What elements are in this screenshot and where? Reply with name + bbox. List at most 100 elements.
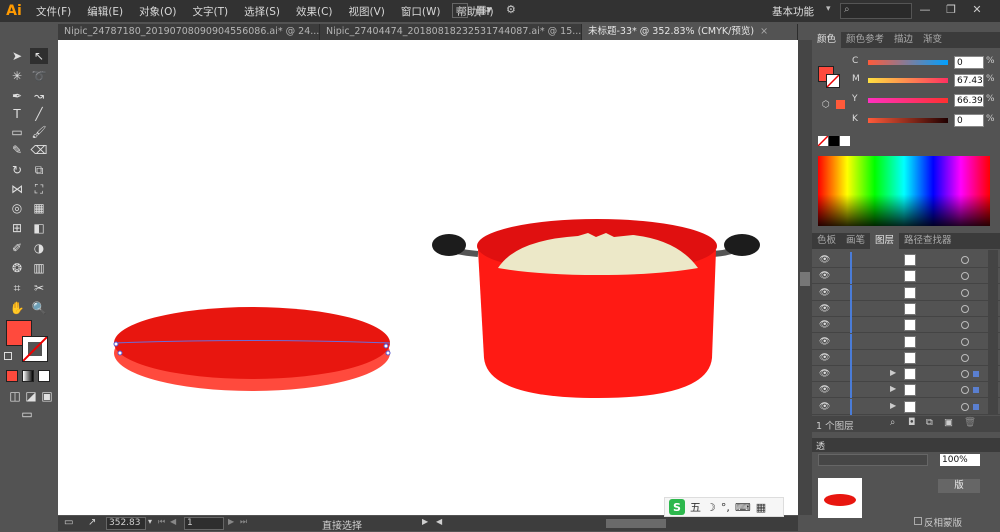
blend-mode-select[interactable] bbox=[818, 454, 928, 466]
ime-logo[interactable]: S bbox=[669, 499, 685, 515]
tab-stroke[interactable]: 描边 bbox=[889, 32, 918, 48]
tab-transparency[interactable]: 透 bbox=[816, 439, 825, 452]
eraser-tool-icon[interactable]: ⌫ bbox=[30, 142, 48, 158]
tab-layers[interactable]: 图层 bbox=[870, 233, 900, 249]
magenta-slider[interactable] bbox=[868, 78, 948, 83]
invert-mask-checkbox[interactable] bbox=[914, 517, 922, 525]
black-swatch[interactable] bbox=[829, 136, 839, 146]
lasso-tool-icon[interactable]: ➰ bbox=[30, 68, 48, 84]
moon-icon[interactable]: ☽ bbox=[706, 501, 716, 514]
tab-document-1[interactable]: Nipic_24787180_20190708090904556086.ai* … bbox=[58, 24, 320, 40]
none-mode-button[interactable] bbox=[38, 370, 50, 382]
expand-arrow-icon[interactable]: ▶ bbox=[890, 384, 896, 393]
column-graph-tool-icon[interactable]: ▥ bbox=[30, 260, 48, 276]
type-tool-icon[interactable]: T bbox=[8, 106, 26, 122]
visibility-eye-icon[interactable]: 👁 bbox=[819, 337, 830, 347]
status-menu-icon[interactable]: ▶ bbox=[422, 517, 428, 526]
layer-row[interactable]: 👁 ▶ bbox=[812, 382, 1000, 399]
bridge-button[interactable]: Br bbox=[452, 3, 468, 18]
pen-tool-icon[interactable]: ✒ bbox=[8, 88, 26, 104]
target-circle-icon[interactable] bbox=[961, 321, 969, 330]
first-artboard-icon[interactable]: ⏮ bbox=[158, 517, 165, 527]
locate-object-icon[interactable]: ⌕ bbox=[890, 417, 895, 428]
tab-swatches[interactable]: 色板 bbox=[812, 233, 841, 249]
restore-button[interactable]: ❐ bbox=[940, 3, 962, 19]
layer-row[interactable]: 👁 bbox=[812, 317, 1000, 334]
rectangle-tool-icon[interactable]: ▭ bbox=[8, 124, 26, 140]
pot-lid[interactable] bbox=[113, 307, 391, 391]
eyedropper-tool-icon[interactable]: ✐ bbox=[8, 240, 26, 256]
gradient-tool-icon[interactable]: ◧ bbox=[30, 220, 48, 236]
gpu-performance-icon[interactable]: ⚙ bbox=[506, 3, 522, 18]
artboard-nav-icon[interactable]: ▭ bbox=[64, 517, 73, 528]
artboard-canvas[interactable] bbox=[58, 40, 798, 515]
artboard-tool-icon[interactable]: ⌗ bbox=[8, 280, 26, 296]
shape-builder-tool-icon[interactable]: ◎ bbox=[8, 200, 26, 216]
tab-color[interactable]: 颜色 bbox=[812, 32, 842, 48]
visibility-eye-icon[interactable]: 👁 bbox=[819, 271, 830, 281]
tab-document-2[interactable]: Nipic_27404474_20180818232531744087.ai* … bbox=[320, 24, 582, 40]
pencil-tool-icon[interactable]: ✎ bbox=[8, 142, 26, 158]
expand-arrow-icon[interactable]: ▶ bbox=[890, 401, 896, 410]
scale-tool-icon[interactable]: ⧉ bbox=[30, 162, 48, 178]
panel-stroke-swatch[interactable] bbox=[826, 74, 840, 88]
prev-artboard-icon[interactable]: ◀ bbox=[170, 517, 176, 526]
ime-mode-label[interactable]: 五 bbox=[690, 499, 701, 515]
white-swatch[interactable] bbox=[840, 136, 850, 146]
perspective-grid-tool-icon[interactable]: ▦ bbox=[30, 200, 48, 216]
punctuation-icon[interactable]: °, bbox=[721, 501, 730, 514]
visibility-eye-icon[interactable]: 👁 bbox=[819, 288, 830, 298]
line-tool-icon[interactable]: ╱ bbox=[30, 106, 48, 122]
visibility-eye-icon[interactable]: 👁 bbox=[819, 255, 830, 265]
target-circle-icon[interactable] bbox=[961, 337, 969, 346]
width-tool-icon[interactable]: ⋈ bbox=[8, 181, 26, 197]
target-circle-icon[interactable] bbox=[961, 256, 969, 264]
make-mask-button[interactable]: 版 bbox=[938, 479, 980, 493]
visibility-eye-icon[interactable]: 👁 bbox=[819, 320, 830, 330]
visibility-eye-icon[interactable]: 👁 bbox=[819, 402, 830, 412]
last-artboard-icon[interactable]: ⏭ bbox=[240, 517, 247, 527]
visibility-eye-icon[interactable]: 👁 bbox=[819, 353, 830, 363]
horizontal-scrollbar-thumb[interactable] bbox=[606, 519, 666, 528]
draw-inside-icon[interactable]: ▣ bbox=[38, 388, 56, 404]
visibility-eye-icon[interactable]: 👁 bbox=[819, 385, 830, 395]
web-color-swatch[interactable] bbox=[836, 100, 845, 109]
target-circle-icon[interactable] bbox=[961, 288, 969, 297]
mesh-tool-icon[interactable]: ⊞ bbox=[8, 220, 26, 236]
layer-row[interactable]: 👁 bbox=[812, 349, 1000, 366]
visibility-eye-icon[interactable]: 👁 bbox=[819, 369, 830, 379]
tab-document-3[interactable]: 未标题-33* @ 352.83% (CMYK/预览) × bbox=[582, 24, 798, 40]
delete-layer-icon[interactable]: 🗑 bbox=[964, 417, 976, 428]
layer-row[interactable]: 👁 bbox=[812, 300, 1000, 317]
mask-thumbnail[interactable] bbox=[818, 478, 862, 518]
workspace-switcher[interactable]: 基本功能 bbox=[772, 4, 814, 19]
rotate-tool-icon[interactable]: ↻ bbox=[8, 162, 26, 178]
yellow-value-field[interactable]: 66.39 bbox=[954, 94, 984, 107]
direct-selection-tool-icon[interactable]: ↖ bbox=[30, 48, 48, 64]
none-swatch[interactable] bbox=[817, 135, 829, 147]
screen-mode-icon[interactable]: ▭ bbox=[18, 406, 36, 422]
curvature-tool-icon[interactable]: ↝ bbox=[30, 88, 48, 104]
opacity-field[interactable]: 100% bbox=[940, 454, 980, 466]
ime-menu-icon[interactable]: ▦ bbox=[756, 501, 766, 514]
hscroll-left-icon[interactable]: ◀ bbox=[436, 517, 442, 526]
menu-effect[interactable]: 效果(C) bbox=[288, 4, 341, 19]
selection-tool-icon[interactable]: ➤ bbox=[8, 48, 26, 64]
free-transform-tool-icon[interactable]: ⛶ bbox=[30, 181, 48, 197]
target-circle-icon[interactable] bbox=[961, 370, 969, 379]
paintbrush-tool-icon[interactable]: 🖌 bbox=[30, 124, 48, 140]
keyboard-icon[interactable]: ⌨ bbox=[735, 501, 751, 514]
layer-row[interactable]: 👁 ▶ bbox=[812, 366, 1000, 383]
yellow-slider[interactable] bbox=[868, 98, 948, 103]
tab-brushes[interactable]: 画笔 bbox=[841, 233, 870, 249]
zoom-level-field[interactable]: 352.83 bbox=[106, 517, 146, 530]
zoom-dropdown-icon[interactable]: ▾ bbox=[148, 517, 152, 526]
blend-tool-icon[interactable]: ◑ bbox=[30, 240, 48, 256]
menu-window[interactable]: 窗口(W) bbox=[393, 4, 449, 19]
color-spectrum[interactable] bbox=[818, 156, 990, 226]
magenta-value-field[interactable]: 67.43 bbox=[954, 74, 984, 87]
target-circle-icon[interactable] bbox=[961, 386, 969, 395]
tab-pathfinder[interactable]: 路径查找器 bbox=[899, 233, 957, 249]
next-artboard-icon[interactable]: ▶ bbox=[228, 517, 234, 526]
target-circle-icon[interactable] bbox=[961, 272, 969, 281]
